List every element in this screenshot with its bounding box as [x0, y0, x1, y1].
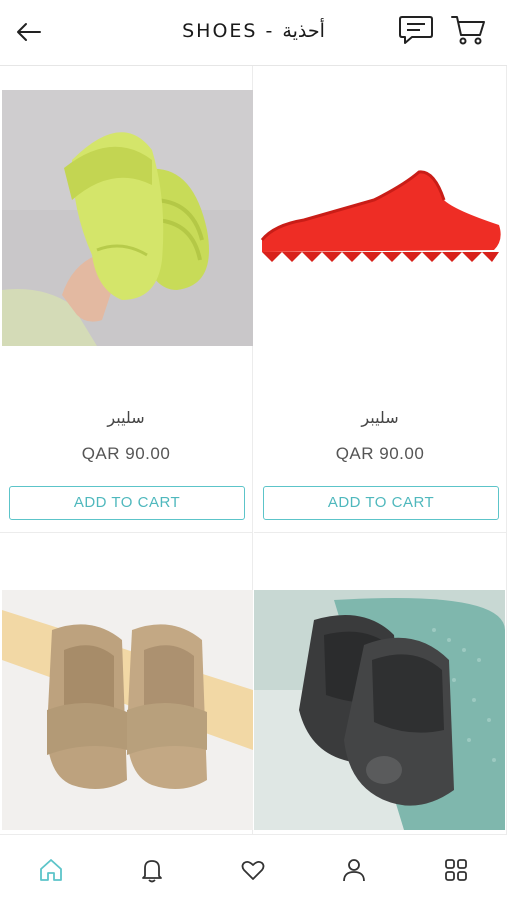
product-image[interactable] — [254, 590, 505, 830]
product-card[interactable]: سليبر QAR 90.00 ADD TO CART — [0, 66, 253, 533]
add-to-cart-button[interactable]: ADD TO CART — [263, 486, 499, 520]
chat-icon[interactable] — [398, 14, 434, 46]
product-card[interactable]: سليبر QAR 90.00 ADD TO CART — [254, 66, 507, 533]
heart-icon[interactable] — [240, 857, 266, 883]
product-grid: سليبر QAR 90.00 ADD TO CART سليبر QAR 90… — [0, 66, 507, 834]
cart-icon[interactable] — [450, 14, 486, 46]
home-icon[interactable] — [38, 857, 64, 883]
product-name: سليبر — [107, 408, 145, 427]
product-image[interactable] — [2, 590, 253, 830]
bell-icon[interactable] — [139, 857, 165, 883]
product-price: QAR 90.00 — [81, 444, 171, 463]
user-icon[interactable] — [341, 857, 367, 883]
product-image[interactable] — [2, 90, 253, 346]
product-card[interactable] — [254, 533, 507, 834]
bottom-navigation — [0, 834, 507, 900]
product-name: سليبر — [361, 408, 399, 427]
product-card[interactable] — [0, 533, 253, 834]
add-to-cart-button[interactable]: ADD TO CART — [9, 486, 245, 520]
product-price: QAR 90.00 — [335, 444, 425, 463]
app-header: SHOES - أحذية — [0, 0, 507, 66]
product-image[interactable] — [254, 90, 505, 346]
grid-icon[interactable] — [443, 857, 469, 883]
